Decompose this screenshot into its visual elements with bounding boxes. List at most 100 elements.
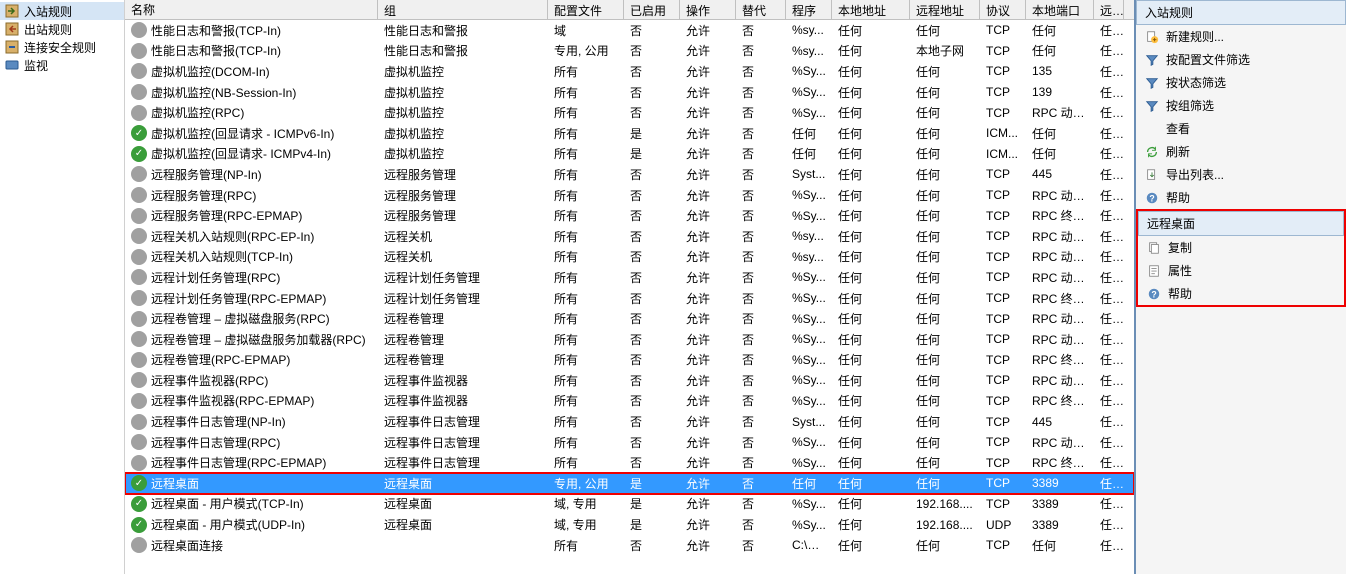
col-header[interactable]: 远...	[1094, 0, 1124, 19]
table-row[interactable]: 远程卷管理 – 虚拟磁盘服务(RPC)远程卷管理所有否允许否%Sy...任何任何…	[125, 308, 1134, 329]
table-row[interactable]: 远程事件日志管理(RPC-EPMAP)远程事件日志管理所有否允许否%Sy...任…	[125, 452, 1134, 473]
table-row[interactable]: 虚拟机监控(NB-Session-In)虚拟机监控所有否允许否%Sy...任何任…	[125, 82, 1134, 103]
cell-group: 远程事件日志管理	[378, 454, 548, 471]
nav-item-0[interactable]: 入站规则	[0, 2, 124, 20]
cell-override: 否	[736, 454, 786, 471]
col-header[interactable]: 远程地址	[910, 0, 980, 19]
action-label: 复制	[1168, 239, 1192, 256]
table-row[interactable]: 远程事件监视器(RPC-EPMAP)远程事件监视器所有否允许否%Sy...任何任…	[125, 391, 1134, 412]
cell-remote-addr: 任何	[910, 248, 980, 265]
cell-enabled: 否	[624, 269, 680, 286]
table-row[interactable]: 虚拟机监控(RPC)虚拟机监控所有否允许否%Sy...任何任何TCPRPC 动态…	[125, 102, 1134, 123]
table-row[interactable]: 远程桌面连接所有否允许否C:\W...任何任何TCP任何任...	[125, 535, 1134, 556]
cell-local-addr: 任何	[832, 228, 910, 245]
selected-actions-group: 远程桌面复制属性?帮助	[1136, 209, 1346, 307]
cell-local-addr: 任何	[832, 84, 910, 101]
cell-local-addr: 任何	[832, 372, 910, 389]
cell-profile: 所有	[548, 434, 624, 451]
main-panel: 名称组配置文件已启用操作替代程序本地地址远程地址协议本地端口远... 性能日志和…	[125, 0, 1134, 574]
cell-override: 否	[736, 84, 786, 101]
table-row[interactable]: 远程事件监视器(RPC)远程事件监视器所有否允许否%Sy...任何任何TCPRP…	[125, 370, 1134, 391]
col-header[interactable]: 已启用	[624, 0, 680, 19]
cell-local-port: 3389	[1026, 518, 1094, 532]
cell-override: 否	[736, 63, 786, 80]
action-刷新[interactable]: 刷新	[1136, 140, 1346, 163]
table-row[interactable]: 远程服务管理(NP-In)远程服务管理所有否允许否Syst...任何任何TCP4…	[125, 164, 1134, 185]
cell-remote-addr: 任何	[910, 166, 980, 183]
nav-item-3[interactable]: 监视	[0, 56, 124, 74]
table-row[interactable]: 远程关机入站规则(TCP-In)远程关机所有否允许否%sy...任何任何TCPR…	[125, 247, 1134, 268]
table-row[interactable]: 远程关机入站规则(RPC-EP-In)远程关机所有否允许否%sy...任何任何T…	[125, 226, 1134, 247]
cell-group: 远程桌面	[378, 495, 548, 512]
cell-protocol: TCP	[980, 291, 1026, 305]
table-row[interactable]: ✓虚拟机监控(回显请求- ICMPv4-In)虚拟机监控所有是允许否任何任何任何…	[125, 144, 1134, 165]
table-row[interactable]: 远程事件日志管理(NP-In)远程事件日志管理所有否允许否Syst...任何任何…	[125, 411, 1134, 432]
cell-group: 远程事件日志管理	[378, 413, 548, 430]
cell-local-port: 任何	[1026, 537, 1094, 554]
cell-profile: 所有	[548, 331, 624, 348]
cell-remote-addr: 任何	[910, 537, 980, 554]
table-row[interactable]: ✓远程桌面远程桌面专用, 公用是允许否任何任何任何TCP3389任...	[125, 473, 1134, 494]
action-新建规则...[interactable]: 新建规则...	[1136, 25, 1346, 48]
col-header[interactable]: 本地端口	[1026, 0, 1094, 19]
cell-profile: 所有	[548, 84, 624, 101]
nav-item-1[interactable]: 出站规则	[0, 20, 124, 38]
action-查看[interactable]: 查看	[1136, 117, 1346, 140]
col-header[interactable]: 本地地址	[832, 0, 910, 19]
cell-local-port: RPC 动态...	[1026, 269, 1094, 286]
table-row[interactable]: 远程服务管理(RPC-EPMAP)远程服务管理所有否允许否%Sy...任何任何T…	[125, 205, 1134, 226]
table-row[interactable]: ✓远程桌面 - 用户模式(UDP-In)远程桌面域, 专用是允许否%Sy...任…	[125, 514, 1134, 535]
action-按配置文件筛选[interactable]: 按配置文件筛选	[1136, 48, 1346, 71]
action-属性[interactable]: 属性	[1138, 259, 1344, 282]
action-帮助[interactable]: ?帮助	[1138, 282, 1344, 305]
out-icon	[4, 21, 20, 37]
table-row[interactable]: 远程卷管理 – 虚拟磁盘服务加载器(RPC)远程卷管理所有否允许否%Sy...任…	[125, 329, 1134, 350]
table-row[interactable]: ✓远程桌面 - 用户模式(TCP-In)远程桌面域, 专用是允许否%Sy...任…	[125, 494, 1134, 515]
table-row[interactable]: 远程计划任务管理(RPC-EPMAP)远程计划任务管理所有否允许否%Sy...任…	[125, 288, 1134, 309]
action-导出列表...[interactable]: 导出列表...	[1136, 163, 1346, 186]
col-header[interactable]: 操作	[680, 0, 736, 19]
table-row[interactable]: ✓虚拟机监控(回显请求 - ICMPv6-In)虚拟机监控所有是允许否任何任何任…	[125, 123, 1134, 144]
table-row[interactable]: 性能日志和警报(TCP-In)性能日志和警报域否允许否%sy...任何任何TCP…	[125, 20, 1134, 41]
table-row[interactable]: 远程卷管理(RPC-EPMAP)远程卷管理所有否允许否%Sy...任何任何TCP…	[125, 350, 1134, 371]
rule-name: 远程关机入站规则(TCP-In)	[151, 248, 293, 265]
col-header[interactable]: 组	[378, 0, 548, 19]
copy-icon	[1146, 240, 1162, 256]
enabled-icon: ✓	[131, 146, 147, 162]
cell-local-port: RPC 动态...	[1026, 331, 1094, 348]
action-帮助[interactable]: ?帮助	[1136, 186, 1346, 209]
table-row[interactable]: 远程服务管理(RPC)远程服务管理所有否允许否%Sy...任何任何TCPRPC …	[125, 185, 1134, 206]
action-按状态筛选[interactable]: 按状态筛选	[1136, 71, 1346, 94]
nav-item-2[interactable]: 连接安全规则	[0, 38, 124, 56]
cell-action: 允许	[680, 454, 736, 471]
filter-icon	[1144, 75, 1160, 91]
cell-action: 允许	[680, 125, 736, 142]
table-body: 性能日志和警报(TCP-In)性能日志和警报域否允许否%sy...任何任何TCP…	[125, 20, 1134, 574]
cell-program: Syst...	[786, 415, 832, 429]
cell-local-addr: 任何	[832, 392, 910, 409]
cell-program: C:\W...	[786, 538, 832, 552]
svg-text:?: ?	[1151, 289, 1156, 299]
cell-program: %Sy...	[786, 85, 832, 99]
enabled-icon: ✓	[131, 517, 147, 533]
cell-protocol: TCP	[980, 312, 1026, 326]
table-row[interactable]: 性能日志和警报(TCP-In)性能日志和警报专用, 公用否允许否%sy...任何…	[125, 41, 1134, 62]
col-header[interactable]: 配置文件	[548, 0, 624, 19]
table-row[interactable]: 虚拟机监控(DCOM-In)虚拟机监控所有否允许否%Sy...任何任何TCP13…	[125, 61, 1134, 82]
cell-group: 远程服务管理	[378, 166, 548, 183]
cell-profile: 所有	[548, 187, 624, 204]
col-header[interactable]: 名称	[125, 0, 378, 19]
col-header[interactable]: 程序	[786, 0, 832, 19]
action-按组筛选[interactable]: 按组筛选	[1136, 94, 1346, 117]
col-header[interactable]: 替代	[736, 0, 786, 19]
col-header[interactable]: 协议	[980, 0, 1026, 19]
table-row[interactable]: 远程计划任务管理(RPC)远程计划任务管理所有否允许否%Sy...任何任何TCP…	[125, 267, 1134, 288]
cell-program: %Sy...	[786, 353, 832, 367]
table-row[interactable]: 远程事件日志管理(RPC)远程事件日志管理所有否允许否%Sy...任何任何TCP…	[125, 432, 1134, 453]
cell-protocol: TCP	[980, 209, 1026, 223]
cell-enabled: 否	[624, 331, 680, 348]
cell-override: 否	[736, 290, 786, 307]
cell-remote-port: 任...	[1094, 290, 1124, 307]
cell-action: 允许	[680, 413, 736, 430]
action-复制[interactable]: 复制	[1138, 236, 1344, 259]
